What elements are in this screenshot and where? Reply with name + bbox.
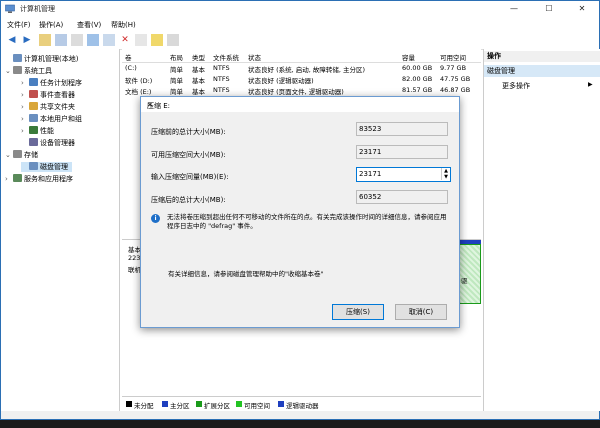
- spin-down-icon[interactable]: ▼: [441, 174, 450, 180]
- tree-item-system-tools[interactable]: ⌄ 系统工具: [5, 66, 52, 76]
- info-icon: i: [151, 214, 160, 223]
- legend-swatch: [162, 401, 168, 407]
- available-space-label: 可用压缩空间大小(MB):: [151, 151, 226, 159]
- menu-view[interactable]: 查看(V): [77, 20, 101, 30]
- event-icon: [29, 90, 38, 98]
- cancel-button[interactable]: 取消(C): [395, 304, 447, 320]
- legend-swatch: [126, 401, 132, 407]
- legend-bar: 未分配 主分区 扩展分区 可用空间 逻辑驱动器: [122, 396, 481, 411]
- tree-item-task-scheduler[interactable]: › 任务计划程序: [21, 78, 82, 88]
- volume-row[interactable]: 软件 (D:) 简单 基本 NTFS 状态良好 (逻辑驱动器) 82.00 GB…: [122, 75, 481, 86]
- users-icon: [29, 114, 38, 122]
- col-capacity[interactable]: 容量: [402, 52, 415, 62]
- size-after-field: 60352: [356, 190, 448, 204]
- tree-item-disk-management[interactable]: 磁盘管理: [21, 162, 72, 172]
- delete-icon[interactable]: ✕: [119, 34, 131, 46]
- tree-item-event-viewer[interactable]: › 事件查看器: [21, 90, 75, 100]
- folder-icon[interactable]: [151, 34, 163, 46]
- disk-icon: [29, 162, 38, 170]
- tree-item-computer-management[interactable]: 计算机管理(本地): [5, 54, 78, 64]
- partition-label: 驱: [461, 277, 468, 285]
- taskbar: [0, 420, 600, 428]
- tree-item-local-users[interactable]: › 本地用户和组: [21, 114, 82, 124]
- help-icon[interactable]: [87, 34, 99, 46]
- menu-bar: 文件(F) 操作(A) 查看(V) 帮助(H): [1, 18, 599, 32]
- legend-free: 可用空间: [244, 402, 270, 410]
- clock-icon: [29, 78, 38, 86]
- col-type[interactable]: 类型: [192, 52, 205, 62]
- device-icon: [29, 138, 38, 146]
- shrink-amount-input[interactable]: 23171 ▲ ▼: [356, 167, 451, 182]
- legend-extended: 扩展分区: [204, 402, 230, 410]
- computer-icon: [13, 54, 22, 62]
- tools-icon: [13, 66, 22, 74]
- performance-icon: [29, 126, 38, 134]
- computer-management-icon: [5, 4, 15, 13]
- col-free-space[interactable]: 可用空间: [440, 52, 466, 62]
- shrink-button[interactable]: 压缩(S): [332, 304, 384, 320]
- tree-item-device-manager[interactable]: 设备管理器: [21, 138, 75, 148]
- tree-item-storage[interactable]: ⌄ 存储: [5, 150, 38, 160]
- info-message: 无法将卷压缩到超出任何不可移动的文件所在的点。有关完成该操作时间的详细信息，请参…: [167, 213, 447, 230]
- chevron-right-icon: ▶: [588, 81, 593, 88]
- tree-item-services[interactable]: › 服务和应用程序: [5, 174, 73, 184]
- toolbar: ◀ ▶ ✕: [1, 32, 599, 50]
- actions-pane: 操作 磁盘管理 更多操作 ▶: [483, 49, 600, 411]
- window-title: 计算机管理: [20, 5, 55, 13]
- help-message: 有关详细信息，请参阅磁盘管理帮助中的"收缩基本卷": [168, 270, 324, 278]
- shrink-amount-value: 23171: [359, 170, 382, 178]
- storage-icon: [13, 150, 22, 158]
- menu-file[interactable]: 文件(F): [7, 20, 31, 30]
- services-icon: [13, 174, 22, 182]
- size-before-label: 压缩前的总计大小(MB):: [151, 128, 226, 136]
- view-icon[interactable]: [103, 34, 115, 46]
- list-icon[interactable]: [167, 34, 179, 46]
- more-actions-link[interactable]: 更多操作: [502, 81, 530, 91]
- shrink-dialog: 压缩 E: ✕ 压缩前的总计大小(MB): 83523 可用压缩空间大小(MB)…: [140, 96, 460, 328]
- menu-action[interactable]: 操作(A): [39, 20, 63, 30]
- show-tree-icon[interactable]: [55, 34, 67, 46]
- tree-item-performance[interactable]: › 性能: [21, 126, 54, 136]
- col-filesystem[interactable]: 文件系统: [213, 52, 239, 62]
- forward-icon[interactable]: ▶: [21, 34, 33, 46]
- back-icon[interactable]: ◀: [6, 34, 18, 46]
- properties-icon[interactable]: [71, 34, 83, 46]
- size-after-label: 压缩后的总计大小(MB):: [151, 196, 226, 204]
- col-layout[interactable]: 布局: [170, 52, 183, 62]
- dialog-close-button[interactable]: ✕: [147, 101, 455, 109]
- available-space-field: 23171: [356, 145, 448, 159]
- menu-help[interactable]: 帮助(H): [111, 20, 136, 30]
- legend-logical: 逻辑驱动器: [286, 402, 319, 410]
- navigation-tree: 计算机管理(本地) ⌄ 系统工具 › 任务计划程序 › 事件查看器 › 共享文件夹 › 本…: [1, 49, 120, 411]
- up-folder-icon[interactable]: [39, 34, 51, 46]
- size-before-field: 83523: [356, 122, 448, 136]
- title-bar: 计算机管理 — ☐ ✕: [1, 1, 599, 17]
- tree-item-shared-folders[interactable]: › 共享文件夹: [21, 102, 75, 112]
- legend-unallocated: 未分配: [134, 402, 154, 410]
- legend-primary: 主分区: [170, 402, 190, 410]
- actions-header: 操作: [484, 51, 600, 62]
- legend-swatch: [196, 401, 202, 407]
- minimize-button[interactable]: —: [497, 1, 531, 17]
- document-icon[interactable]: [135, 34, 147, 46]
- col-status[interactable]: 状态: [248, 52, 261, 62]
- close-button[interactable]: ✕: [565, 1, 599, 17]
- legend-swatch: [278, 401, 284, 407]
- maximize-button[interactable]: ☐: [532, 1, 566, 17]
- col-volume[interactable]: 卷: [125, 52, 132, 62]
- volume-row[interactable]: (C:) 简单 基本 NTFS 状态良好 (系统, 启动, 故障转储, 主分区)…: [122, 64, 481, 75]
- actions-disk-management[interactable]: 磁盘管理: [484, 65, 600, 77]
- status-bar: [1, 411, 599, 419]
- shared-folder-icon: [29, 102, 38, 110]
- shrink-amount-label: 输入压缩空间量(MB)(E):: [151, 173, 229, 181]
- legend-swatch: [236, 401, 242, 407]
- dialog-title-bar: 压缩 E: ✕: [141, 97, 459, 112]
- volume-list-header: 卷 布局 类型 文件系统 状态 容量 可用空间: [122, 52, 481, 63]
